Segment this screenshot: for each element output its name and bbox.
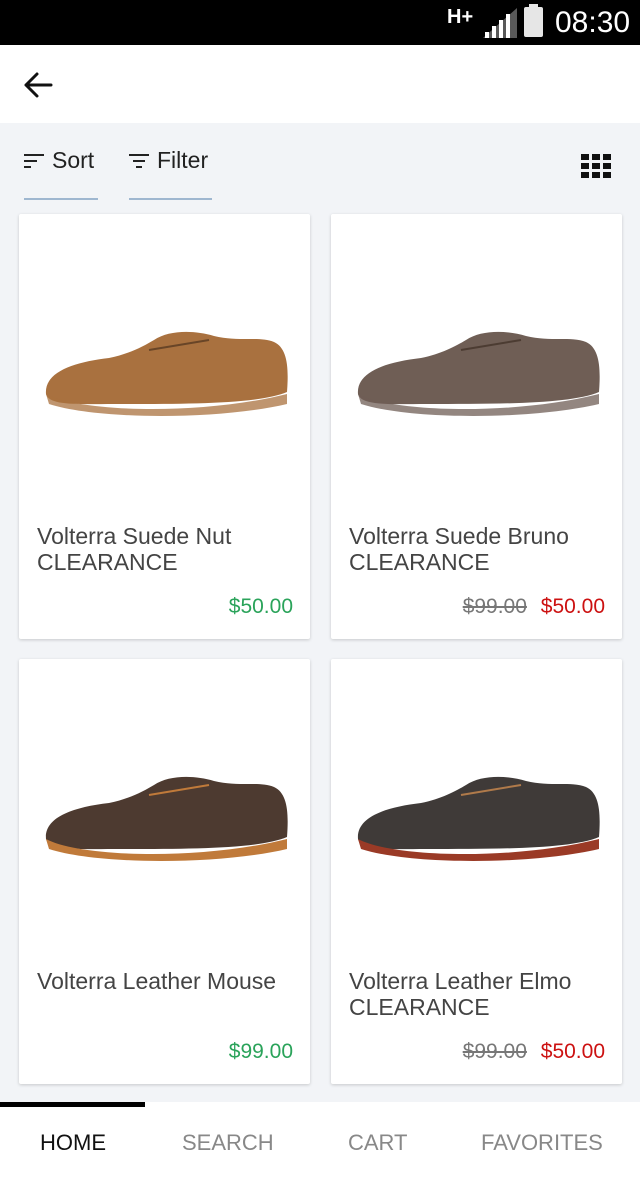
grid-view-icon[interactable] xyxy=(581,154,611,178)
price: $50.00 xyxy=(228,595,293,618)
product-name: Volterra Suede Nut CLEARANCE xyxy=(37,523,232,575)
network-type: H+ xyxy=(447,6,474,28)
bottom-navigation: HOME SEARCH CART FAVORITES xyxy=(0,1102,640,1181)
status-bar: H+ 08:30 xyxy=(0,0,640,45)
filter-button[interactable]: Filter xyxy=(129,123,212,200)
app-bar xyxy=(0,45,640,123)
arrow-left-icon xyxy=(24,72,53,98)
product-image xyxy=(45,331,288,416)
old-price: $99.00 xyxy=(462,595,527,618)
filter-icon xyxy=(129,153,149,168)
nav-cart[interactable]: CART xyxy=(348,1130,408,1156)
product-card[interactable]: Volterra Leather Elmo CLEARANCE $99.00 $… xyxy=(331,659,622,1084)
product-price: $99.00 xyxy=(229,1040,293,1064)
product-price: $99.00 $50.00 xyxy=(463,1040,605,1064)
product-name: Volterra Suede Bruno CLEARANCE xyxy=(349,523,569,575)
sort-filter-toolbar: Sort Filter xyxy=(0,123,640,213)
product-price: $99.00 $50.00 xyxy=(463,595,605,619)
signal-icon xyxy=(483,8,517,38)
nav-favorites[interactable]: FAVORITES xyxy=(481,1130,603,1156)
product-image xyxy=(357,331,600,416)
product-price: $50.00 xyxy=(229,595,293,619)
battery-icon xyxy=(524,4,543,37)
product-image xyxy=(357,776,600,861)
nav-search[interactable]: SEARCH xyxy=(182,1130,274,1156)
clock: 08:30 xyxy=(555,6,631,39)
nav-home[interactable]: HOME xyxy=(40,1130,106,1156)
product-card[interactable]: Volterra Suede Bruno CLEARANCE $99.00 $5… xyxy=(331,214,622,639)
back-button[interactable] xyxy=(18,65,58,105)
sale-price: $50.00 xyxy=(540,1040,605,1063)
sort-button[interactable]: Sort xyxy=(24,123,98,200)
old-price: $99.00 xyxy=(462,1040,527,1063)
product-name: Volterra Leather Mouse xyxy=(37,968,277,994)
product-card[interactable]: Volterra Suede Nut CLEARANCE $50.00 xyxy=(19,214,310,639)
active-tab-indicator xyxy=(0,1102,145,1107)
sort-icon xyxy=(24,153,44,168)
filter-label: Filter xyxy=(157,147,209,173)
product-card[interactable]: Volterra Leather Mouse $99.00 xyxy=(19,659,310,1084)
price: $99.00 xyxy=(228,1040,293,1063)
sale-price: $50.00 xyxy=(540,595,605,618)
sort-label: Sort xyxy=(52,147,95,173)
product-image xyxy=(45,776,288,861)
product-name: Volterra Leather Elmo CLEARANCE xyxy=(349,968,572,1020)
